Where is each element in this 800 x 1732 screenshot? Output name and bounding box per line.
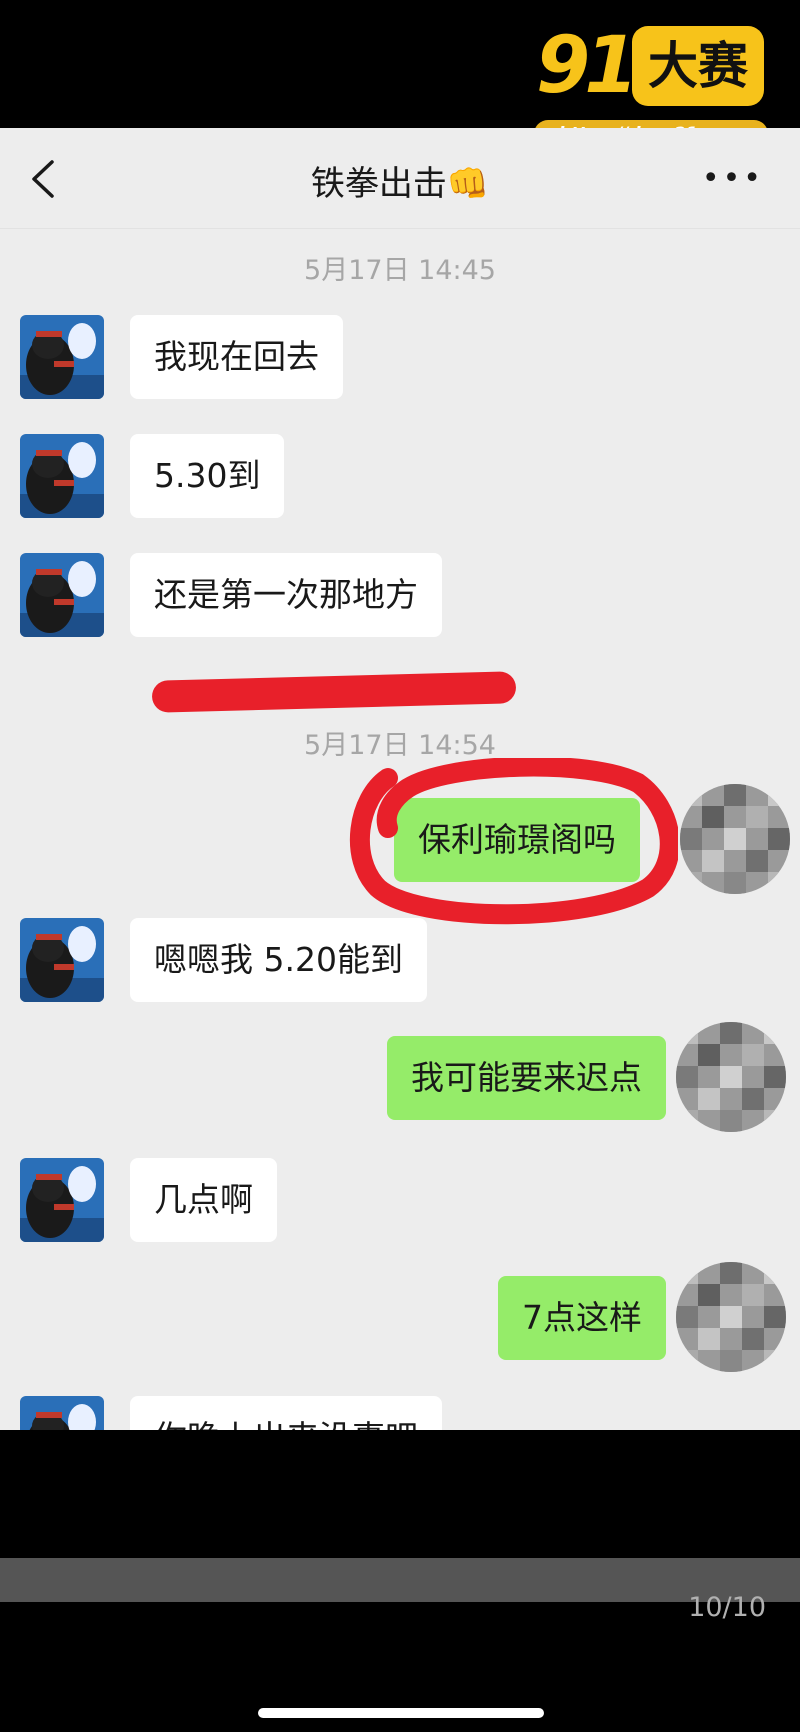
bottom-black-area [0,1430,800,1558]
chat-title: 铁拳出击👊 [310,164,490,204]
logo-badge: 大赛 [632,26,764,106]
red-underline-annotation [151,671,517,713]
contact-avatar[interactable] [20,315,104,399]
message-bubble-incoming[interactable]: 几点啊 [130,1158,277,1242]
logo-number: 91 [536,21,639,111]
message-bubble-incoming[interactable]: 5.30到 [130,434,285,518]
navbar: 铁拳出击👊 ••• [0,128,800,229]
contact-avatar[interactable] [20,918,104,1002]
contact-avatar[interactable] [20,1158,104,1242]
home-indicator[interactable] [258,1708,544,1718]
red-circle-annotation [349,758,678,925]
message-bubble-outgoing[interactable]: 7点这样 [498,1276,666,1360]
message-bubble-incoming[interactable]: 我现在回去 [130,315,343,399]
timestamp: 5月17日 14:45 [304,255,496,286]
user-avatar-pixelated[interactable] [676,1022,786,1132]
timestamp: 5月17日 14:54 [304,730,496,761]
contact-avatar[interactable] [20,434,104,518]
user-avatar-pixelated[interactable] [676,1262,786,1372]
chat-screen: 铁拳出击👊 ••• 5月17日 14:45 我现在回去 5.30到 还是第一次那… [0,128,800,1558]
user-avatar-pixelated[interactable] [680,784,790,894]
message-bubble-incoming[interactable]: 还是第一次那地方 [130,553,442,637]
more-dots-icon[interactable]: ••• [702,164,764,194]
message-bubble-incoming[interactable]: 嗯嗯我 5.20能到 [130,918,427,1002]
overlay-strip [0,1558,800,1602]
page-indicator: 10/10 [688,1592,766,1623]
contact-avatar[interactable] [20,553,104,637]
watermark-logo: 91 大赛 [536,24,768,116]
message-bubble-outgoing[interactable]: 我可能要来迟点 [387,1036,666,1120]
